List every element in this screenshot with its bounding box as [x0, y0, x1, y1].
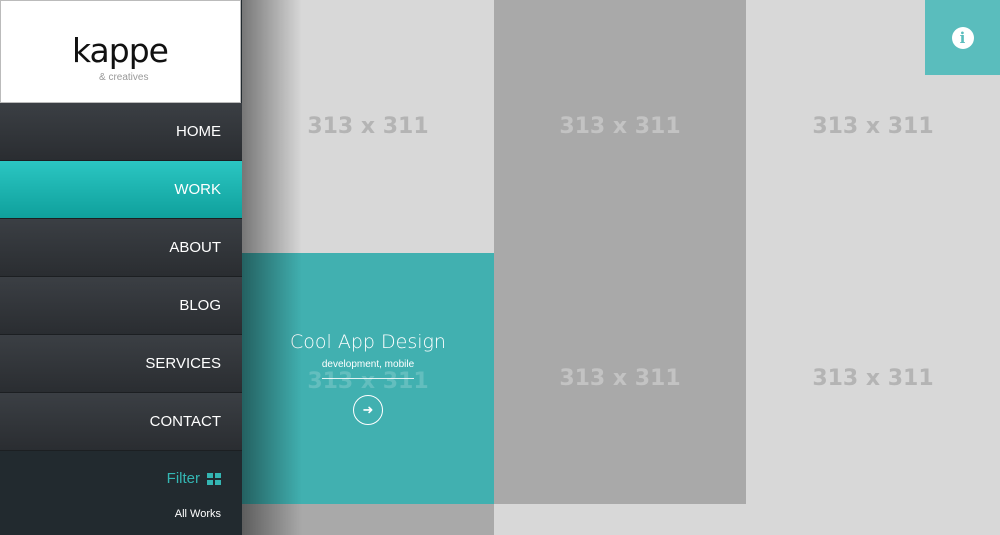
project-title: Cool App Design: [290, 331, 446, 353]
tile-placeholder-label: 313 x 311: [559, 366, 681, 391]
arrow-right-icon[interactable]: ➜: [353, 395, 383, 425]
logo[interactable]: kappe & creatives: [0, 0, 241, 103]
nav-item-contact[interactable]: CONTACT: [0, 393, 242, 451]
featured-project-tile[interactable]: 313 x 311 Cool App Design development, m…: [242, 253, 494, 504]
info-icon: i: [951, 26, 974, 49]
nav-item-home[interactable]: HOME: [0, 103, 242, 161]
grid-icon: [207, 472, 221, 485]
sidebar: kappe & creatives HOME WORK ABOUT BLOG S…: [0, 0, 242, 535]
tile-placeholder-label: 313 x 311: [559, 114, 681, 139]
filter-label: Filter: [166, 470, 200, 487]
divider: [322, 378, 414, 379]
logo-wordmark: kappe: [72, 31, 169, 70]
portfolio-tile[interactable]: 313 x 311: [746, 253, 1000, 504]
tile-placeholder-label: 313 x 311: [812, 114, 934, 139]
portfolio-grid: 313 x 311 313 x 311 313 x 311 313 x 311 …: [242, 0, 1000, 535]
main-nav: HOME WORK ABOUT BLOG SERVICES CONTACT: [0, 103, 242, 451]
nav-item-about[interactable]: ABOUT: [0, 219, 242, 277]
nav-item-services[interactable]: SERVICES: [0, 335, 242, 393]
nav-item-blog[interactable]: BLOG: [0, 277, 242, 335]
portfolio-tile[interactable]: [242, 504, 494, 535]
portfolio-tile[interactable]: 313 x 311: [494, 253, 746, 504]
portfolio-tile[interactable]: 313 x 311: [494, 0, 746, 253]
tile-placeholder-label: 313 x 311: [307, 114, 429, 139]
tile-placeholder-label: 313 x 311: [307, 369, 429, 394]
portfolio-tile[interactable]: 313 x 311: [242, 0, 494, 253]
nav-item-work[interactable]: WORK: [0, 161, 242, 219]
tile-placeholder-label: 313 x 311: [812, 366, 934, 391]
portfolio-tile[interactable]: [494, 504, 1000, 535]
info-button[interactable]: i: [925, 0, 1000, 75]
logo-tagline: & creatives: [99, 72, 149, 83]
filter-option-all-works[interactable]: All Works: [175, 508, 221, 520]
filter-toggle[interactable]: Filter: [167, 470, 221, 487]
